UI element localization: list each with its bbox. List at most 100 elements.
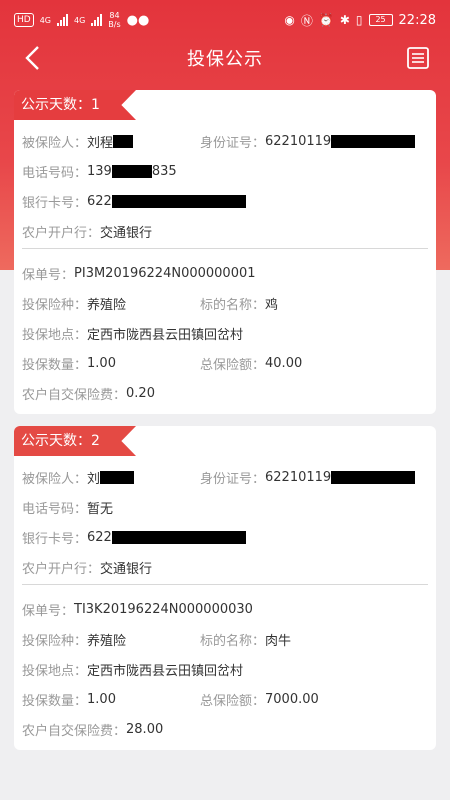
redaction-block [100,471,135,484]
network-4g-label: 4G [39,15,51,25]
quantity-label: 投保数量： [22,358,88,373]
divider [22,584,428,585]
target-value: 鸡 [265,298,279,313]
network-4g-label-2: 4G [74,15,86,25]
status-bar: HD 4G 4G 84 B/s ●● ◉ Ⓝ ⏰ ✱ ▯ 25 22:28 [0,0,450,40]
place-row: 投保地点： 定西市陇西县云田镇回岔村 [22,324,243,343]
policy-label: 保单号： [22,604,75,619]
amount-row: 总保险额： 40.00 [200,354,302,373]
bank-label: 银行卡号： [22,196,88,211]
insured-label: 被保险人： [22,472,88,487]
publicity-card[interactable]: 公示天数：1 被保险人： 刘程 身份证号： 62210119 电话号码： 139… [14,90,436,414]
open-bank-label: 农户开户行： [22,562,101,577]
policy-row: 保单号： TI3K20196224N000000030 [22,600,253,619]
bank-value: 622 [87,530,112,545]
back-arrow-icon[interactable] [22,44,44,72]
target-row: 标的名称： 肉牛 [200,630,291,649]
id-label: 身份证号： [200,472,266,487]
place-label: 投保地点： [22,664,88,679]
insurance-type-row: 投保险种： 养殖险 [22,630,126,649]
insured-value: 刘 [87,472,101,487]
bluetooth-icon: ✱ [339,13,350,27]
insurance-type-value: 养殖险 [87,298,127,313]
insured-label: 被保险人： [22,136,88,151]
phone-label: 电话号码： [22,502,88,517]
id-row: 身份证号： 62210119 [200,132,416,151]
redaction-block [111,195,246,208]
open-bank-row: 农户开户行： 交通银行 [22,558,152,577]
quantity-label: 投保数量： [22,694,88,709]
status-right: ◉ Ⓝ ⏰ ✱ ▯ 25 22:28 [284,12,436,29]
phone-prefix: 139 [87,164,112,179]
fee-label: 农户自交保险费： [22,388,127,403]
target-row: 标的名称： 鸡 [200,294,278,313]
phone-suffix: 835 [151,164,177,179]
signal-icon [57,14,68,26]
fee-row: 农户自交保险费： 28.00 [22,720,163,739]
divider [22,248,428,249]
bank-label: 银行卡号： [22,532,88,547]
speed-value: 84 [109,11,120,20]
publicity-card[interactable]: 公示天数：2 被保险人： 刘 身份证号： 62210119 电话号码： 暂无 银… [14,426,436,750]
insured-row: 被保险人： 刘 [22,468,135,487]
quantity-value: 1.00 [87,692,116,707]
redaction-block [331,135,416,148]
phone-value: 暂无 [87,502,114,517]
phone-row: 电话号码： 139 835 [22,162,177,181]
wechat-icon: ●● [126,12,150,28]
open-bank-value: 交通银行 [100,226,153,241]
clock: 22:28 [398,12,436,28]
id-row: 身份证号： 62210119 [200,468,416,487]
policy-value: TI3K20196224N000000030 [74,602,253,617]
id-label: 身份证号： [200,136,266,151]
target-label: 标的名称： [200,298,266,313]
open-bank-label: 农户开户行： [22,226,101,241]
redaction-block [111,531,246,544]
policy-label: 保单号： [22,268,75,283]
target-label: 标的名称： [200,634,266,649]
quantity-row: 投保数量： 1.00 [22,354,116,373]
place-label: 投保地点： [22,328,88,343]
insurance-type-row: 投保险种： 养殖险 [22,294,126,313]
place-row: 投保地点： 定西市陇西县云田镇回岔村 [22,660,243,679]
speed-unit: B/s [108,20,121,29]
document-list-icon[interactable] [406,46,430,70]
open-bank-value: 交通银行 [100,562,153,577]
nav-bar: 投保公示 [0,40,450,76]
insurance-type-value: 养殖险 [87,634,127,649]
page-title: 投保公示 [187,49,263,70]
insured-row: 被保险人： 刘程 [22,132,134,151]
amount-value: 7000.00 [265,692,319,707]
vibrate-icon: ▯ [355,13,363,27]
hd-badge: HD [14,13,34,27]
status-left: HD 4G 4G 84 B/s ●● [14,11,149,29]
quantity-value: 1.00 [87,356,116,371]
insurance-type-label: 投保险种： [22,634,88,649]
eye-icon: ◉ [284,13,295,27]
phone-label: 电话号码： [22,166,88,181]
bank-value: 622 [87,194,112,209]
amount-label: 总保险额： [200,694,266,709]
amount-value: 40.00 [265,356,303,371]
insured-value: 刘程 [87,136,114,151]
phone-row: 电话号码： 暂无 [22,498,113,517]
place-value: 定西市陇西县云田镇回岔村 [87,664,244,679]
bank-row: 银行卡号： 622 [22,528,246,547]
quantity-row: 投保数量： 1.00 [22,690,116,709]
policy-value: PI3M20196224N000000001 [74,266,256,281]
id-value: 62210119 [265,470,332,485]
amount-row: 总保险额： 7000.00 [200,690,319,709]
insurance-type-label: 投保险种： [22,298,88,313]
speed-indicator: 84 B/s [108,11,120,29]
fee-row: 农户自交保险费： 0.20 [22,384,155,403]
place-value: 定西市陇西县云田镇回岔村 [87,328,244,343]
amount-label: 总保险额： [200,358,266,373]
fee-value: 28.00 [126,722,164,737]
bank-row: 银行卡号： 622 [22,192,246,211]
nfc-icon: Ⓝ [300,13,313,28]
alarm-icon: ⏰ [318,13,334,27]
redaction-block [331,471,416,484]
fee-label: 农户自交保险费： [22,724,127,739]
fee-value: 0.20 [126,386,155,401]
open-bank-row: 农户开户行： 交通银行 [22,222,152,241]
